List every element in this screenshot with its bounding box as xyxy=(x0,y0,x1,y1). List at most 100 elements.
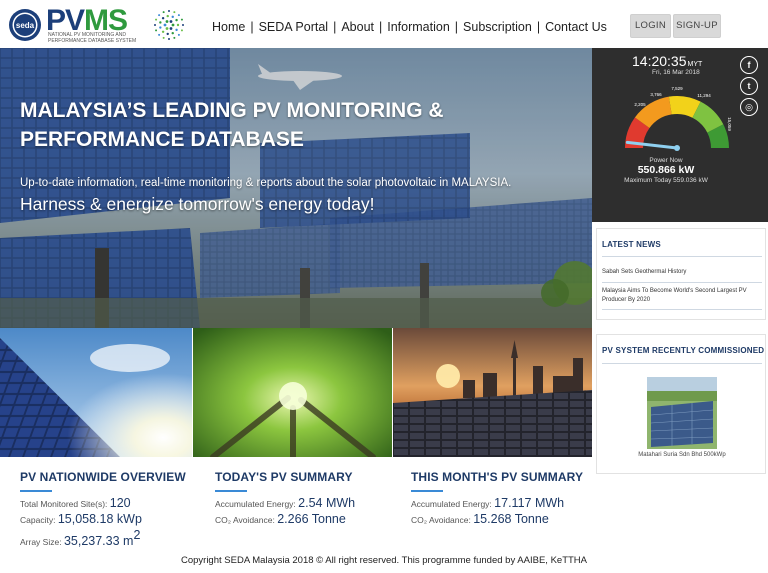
footer-copyright: Copyright SEDA Malaysia 2018 © All right… xyxy=(180,555,587,566)
logo-dot xyxy=(162,36,165,39)
stat-value: 17.117 MWh xyxy=(494,496,565,510)
pvms-logo[interactable]: seda PVMS National PV Monitoring and Per… xyxy=(8,4,188,44)
news-divider xyxy=(602,309,762,310)
seda-seal-text: seda xyxy=(16,21,35,30)
recently-commissioned-panel: PV SYSTEM RECENTLY COMMISSIONED Matahari… xyxy=(596,334,766,474)
stat-superscript: 2 xyxy=(133,528,141,542)
stat-row: CO₂ Avoidance: 15.268 Tonne xyxy=(411,512,601,528)
city-rooftop-solar-image xyxy=(393,328,592,457)
news-item-2[interactable]: Malaysia Aims To Become World's Second L… xyxy=(602,287,762,305)
logo-dot xyxy=(177,33,180,36)
logo-dot xyxy=(169,27,173,30)
power-gauge: 2,205 3,766 7,529 11,294 15,059 xyxy=(625,86,732,151)
logo-dot xyxy=(165,27,169,30)
instagram-icon[interactable]: ◎ xyxy=(740,98,758,116)
logo-dot xyxy=(165,20,169,23)
commissioned-photo[interactable] xyxy=(647,377,717,449)
power-now-label: Power Now xyxy=(649,157,683,164)
logo-dot xyxy=(155,29,158,32)
hero-subtitle: Up-to-date information, real-time monito… xyxy=(20,177,512,189)
hero-title: MALAYSIA’S LEADING PV MONITORING & PERFO… xyxy=(20,99,444,151)
main-nav: Home | SEDA Portal | About | Information | Subsc… xyxy=(212,20,607,34)
solar-farm-image xyxy=(647,377,717,449)
stat-row: Accumulated Energy: 17.117 MWh xyxy=(411,496,601,512)
logo-dot xyxy=(161,16,165,20)
logo-dot xyxy=(176,23,180,27)
nav-contact-us[interactable]: Contact Us xyxy=(545,20,607,34)
forest-canopy-image xyxy=(193,328,392,457)
nationwide-title: PV NATIONWIDE OVERVIEW xyxy=(20,470,186,484)
gauge-needle-hub xyxy=(674,145,680,151)
nav-seda-portal[interactable]: SEDA Portal xyxy=(259,20,328,34)
stat-row: CO₂ Avoidance: 2.266 Tonne xyxy=(215,512,405,528)
logo-dot xyxy=(180,18,183,21)
signup-button[interactable]: SIGN-UP xyxy=(673,14,721,38)
clock-timezone: MYT xyxy=(687,61,703,68)
logo-dot xyxy=(159,26,162,29)
logo-dot xyxy=(161,30,165,34)
nav-information[interactable]: Information xyxy=(387,20,450,34)
nationwide-overview: PV NATIONWIDE OVERVIEW Total Monitored S… xyxy=(20,470,210,550)
today-summary: TODAY'S PV SUMMARY Accumulated Energy: 2… xyxy=(215,470,405,528)
tile-city-rooftop-solar xyxy=(393,328,592,457)
stat-value: 15,058.18 kWp xyxy=(57,512,142,526)
hero-tagline: Harness & energize tomorrow's energy tod… xyxy=(20,194,375,214)
stat-row: Array Size: 35,237.33 m2 xyxy=(20,528,210,550)
logo-dot xyxy=(175,28,178,32)
news-item-1[interactable]: Sabah Sets Geothermal History xyxy=(602,268,762,277)
clock-time: 14:20:35MYT xyxy=(632,53,702,69)
gauge-tick-4: 11,294 xyxy=(697,93,711,98)
news-divider xyxy=(602,282,762,283)
logo-dot xyxy=(166,32,169,36)
logo-dot xyxy=(171,15,174,19)
today-rule xyxy=(215,490,247,492)
logo-dot xyxy=(154,24,156,26)
recently-commissioned-title: PV SYSTEM RECENTLY COMMISSIONED xyxy=(602,346,765,355)
logo-dot xyxy=(173,36,176,39)
logo-dot xyxy=(177,14,180,17)
stat-row: Capacity: 15,058.18 kWp xyxy=(20,512,210,528)
stat-value: 2.54 MWh xyxy=(298,496,356,510)
facebook-icon[interactable]: f xyxy=(740,56,758,74)
stat-label: Accumulated Energy: xyxy=(411,499,492,509)
logo-dot xyxy=(155,18,158,21)
login-button[interactable]: LOGIN xyxy=(630,14,671,38)
stat-value: 15.268 Tonne xyxy=(473,512,549,526)
tile-solar-panel-sun xyxy=(0,328,192,457)
nav-about[interactable]: About xyxy=(341,20,374,34)
logo-dot xyxy=(171,31,174,35)
logo-dot xyxy=(182,24,184,26)
power-gauge-panel: 14:20:35MYT Fri, 16 Mar 2018 f t ◎ 2,205… xyxy=(592,48,768,222)
commissioned-divider xyxy=(602,363,762,364)
twitter-icon[interactable]: t xyxy=(740,77,758,95)
gauge-tick-2: 3,766 xyxy=(650,92,662,97)
stat-label: CO₂ Avoidance: xyxy=(411,515,471,525)
site-header: seda PVMS National PV Monitoring and Per… xyxy=(0,0,768,50)
stat-label: Total Monitored Site(s): xyxy=(20,499,108,509)
logo-dot xyxy=(180,29,183,32)
stat-value: 2.266 Tonne xyxy=(277,512,346,526)
power-now-value: 550.866 kW xyxy=(637,164,695,176)
nationwide-rule xyxy=(20,490,52,492)
latest-news-panel: LATEST NEWS Sabah Sets Geothermal Histor… xyxy=(596,228,766,320)
seda-seal-icon: seda xyxy=(9,9,41,41)
stat-label: CO₂ Avoidance: xyxy=(215,515,275,525)
power-max-today: Maximum Today 559.036 kW xyxy=(624,177,708,184)
stat-value: 35,237.33 m xyxy=(63,534,134,548)
stat-label: Capacity: xyxy=(20,515,56,525)
commissioned-caption[interactable]: Matahari Suria Sdn Bhd 500kWp xyxy=(597,452,767,458)
logo-dot xyxy=(168,38,170,40)
clock-date: Fri, 16 Mar 2018 xyxy=(652,69,700,76)
stat-label: Accumulated Energy: xyxy=(215,499,296,509)
clock-time-value: 14:20:35 xyxy=(632,53,687,69)
gauge-tick-5: 15,059 xyxy=(727,117,732,131)
logo-dot xyxy=(159,21,162,24)
solar-panel-sun-image xyxy=(0,328,192,457)
nav-subscription[interactable]: Subscription xyxy=(463,20,532,34)
news-divider xyxy=(602,256,762,257)
globe-dots-icon xyxy=(154,10,184,40)
latest-news-title: LATEST NEWS xyxy=(602,240,661,249)
logo-dot xyxy=(158,33,161,36)
nav-home[interactable]: Home xyxy=(212,20,245,34)
today-title: TODAY'S PV SUMMARY xyxy=(215,470,353,484)
